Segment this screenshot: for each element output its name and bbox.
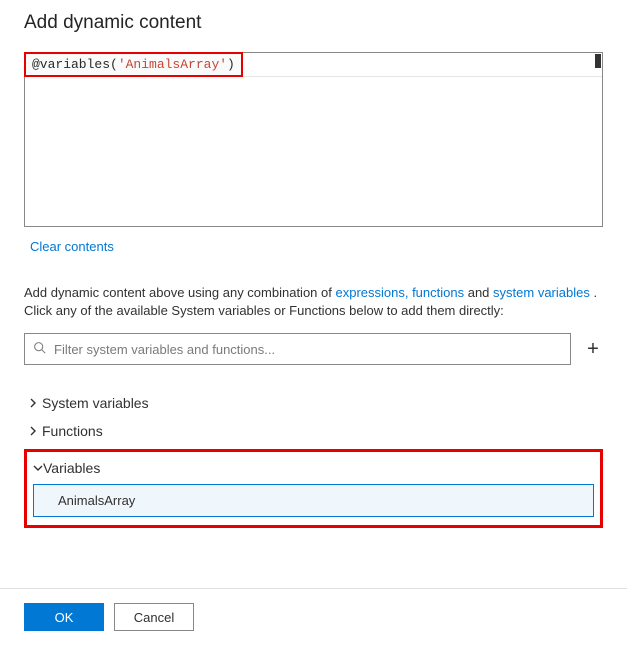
editor-scrollbar[interactable] [595, 54, 601, 68]
system-variables-link[interactable]: system variables [493, 285, 590, 300]
tree-label-system-variables: System variables [42, 395, 149, 411]
filter-input[interactable] [52, 341, 562, 358]
page-title: Add dynamic content [24, 12, 603, 34]
editor-body[interactable] [25, 76, 602, 226]
tree-variables[interactable]: Variables [33, 456, 594, 484]
expression-prefix: @variables( [32, 57, 118, 72]
chevron-right-icon [24, 398, 42, 408]
tree-system-variables[interactable]: System variables [24, 389, 603, 417]
variables-section-highlight: Variables AnimalsArray [24, 449, 603, 528]
expression-arg: 'AnimalsArray' [118, 57, 227, 72]
clear-contents-link[interactable]: Clear contents [30, 239, 114, 254]
expression-highlight: @variables('AnimalsArray') [24, 52, 243, 77]
help-mid: and [464, 285, 493, 300]
chevron-right-icon [24, 426, 42, 436]
expression-editor[interactable]: @variables('AnimalsArray') [24, 52, 603, 227]
help-pre: Add dynamic content above using any comb… [24, 285, 335, 300]
expressions-functions-link[interactable]: expressions, functions [335, 285, 464, 300]
variable-item-animalsarray[interactable]: AnimalsArray [33, 484, 594, 517]
tree-label-functions: Functions [42, 423, 103, 439]
add-button[interactable]: + [583, 338, 603, 361]
help-text: Add dynamic content above using any comb… [24, 284, 603, 322]
ok-button[interactable]: OK [24, 603, 104, 631]
tree-functions[interactable]: Functions [24, 417, 603, 445]
chevron-down-icon [33, 460, 43, 476]
cancel-button[interactable]: Cancel [114, 603, 194, 631]
expression-suffix: ) [227, 57, 235, 72]
filter-input-wrapper[interactable] [24, 333, 571, 365]
tree-label-variables: Variables [43, 460, 100, 476]
search-icon [33, 341, 46, 357]
